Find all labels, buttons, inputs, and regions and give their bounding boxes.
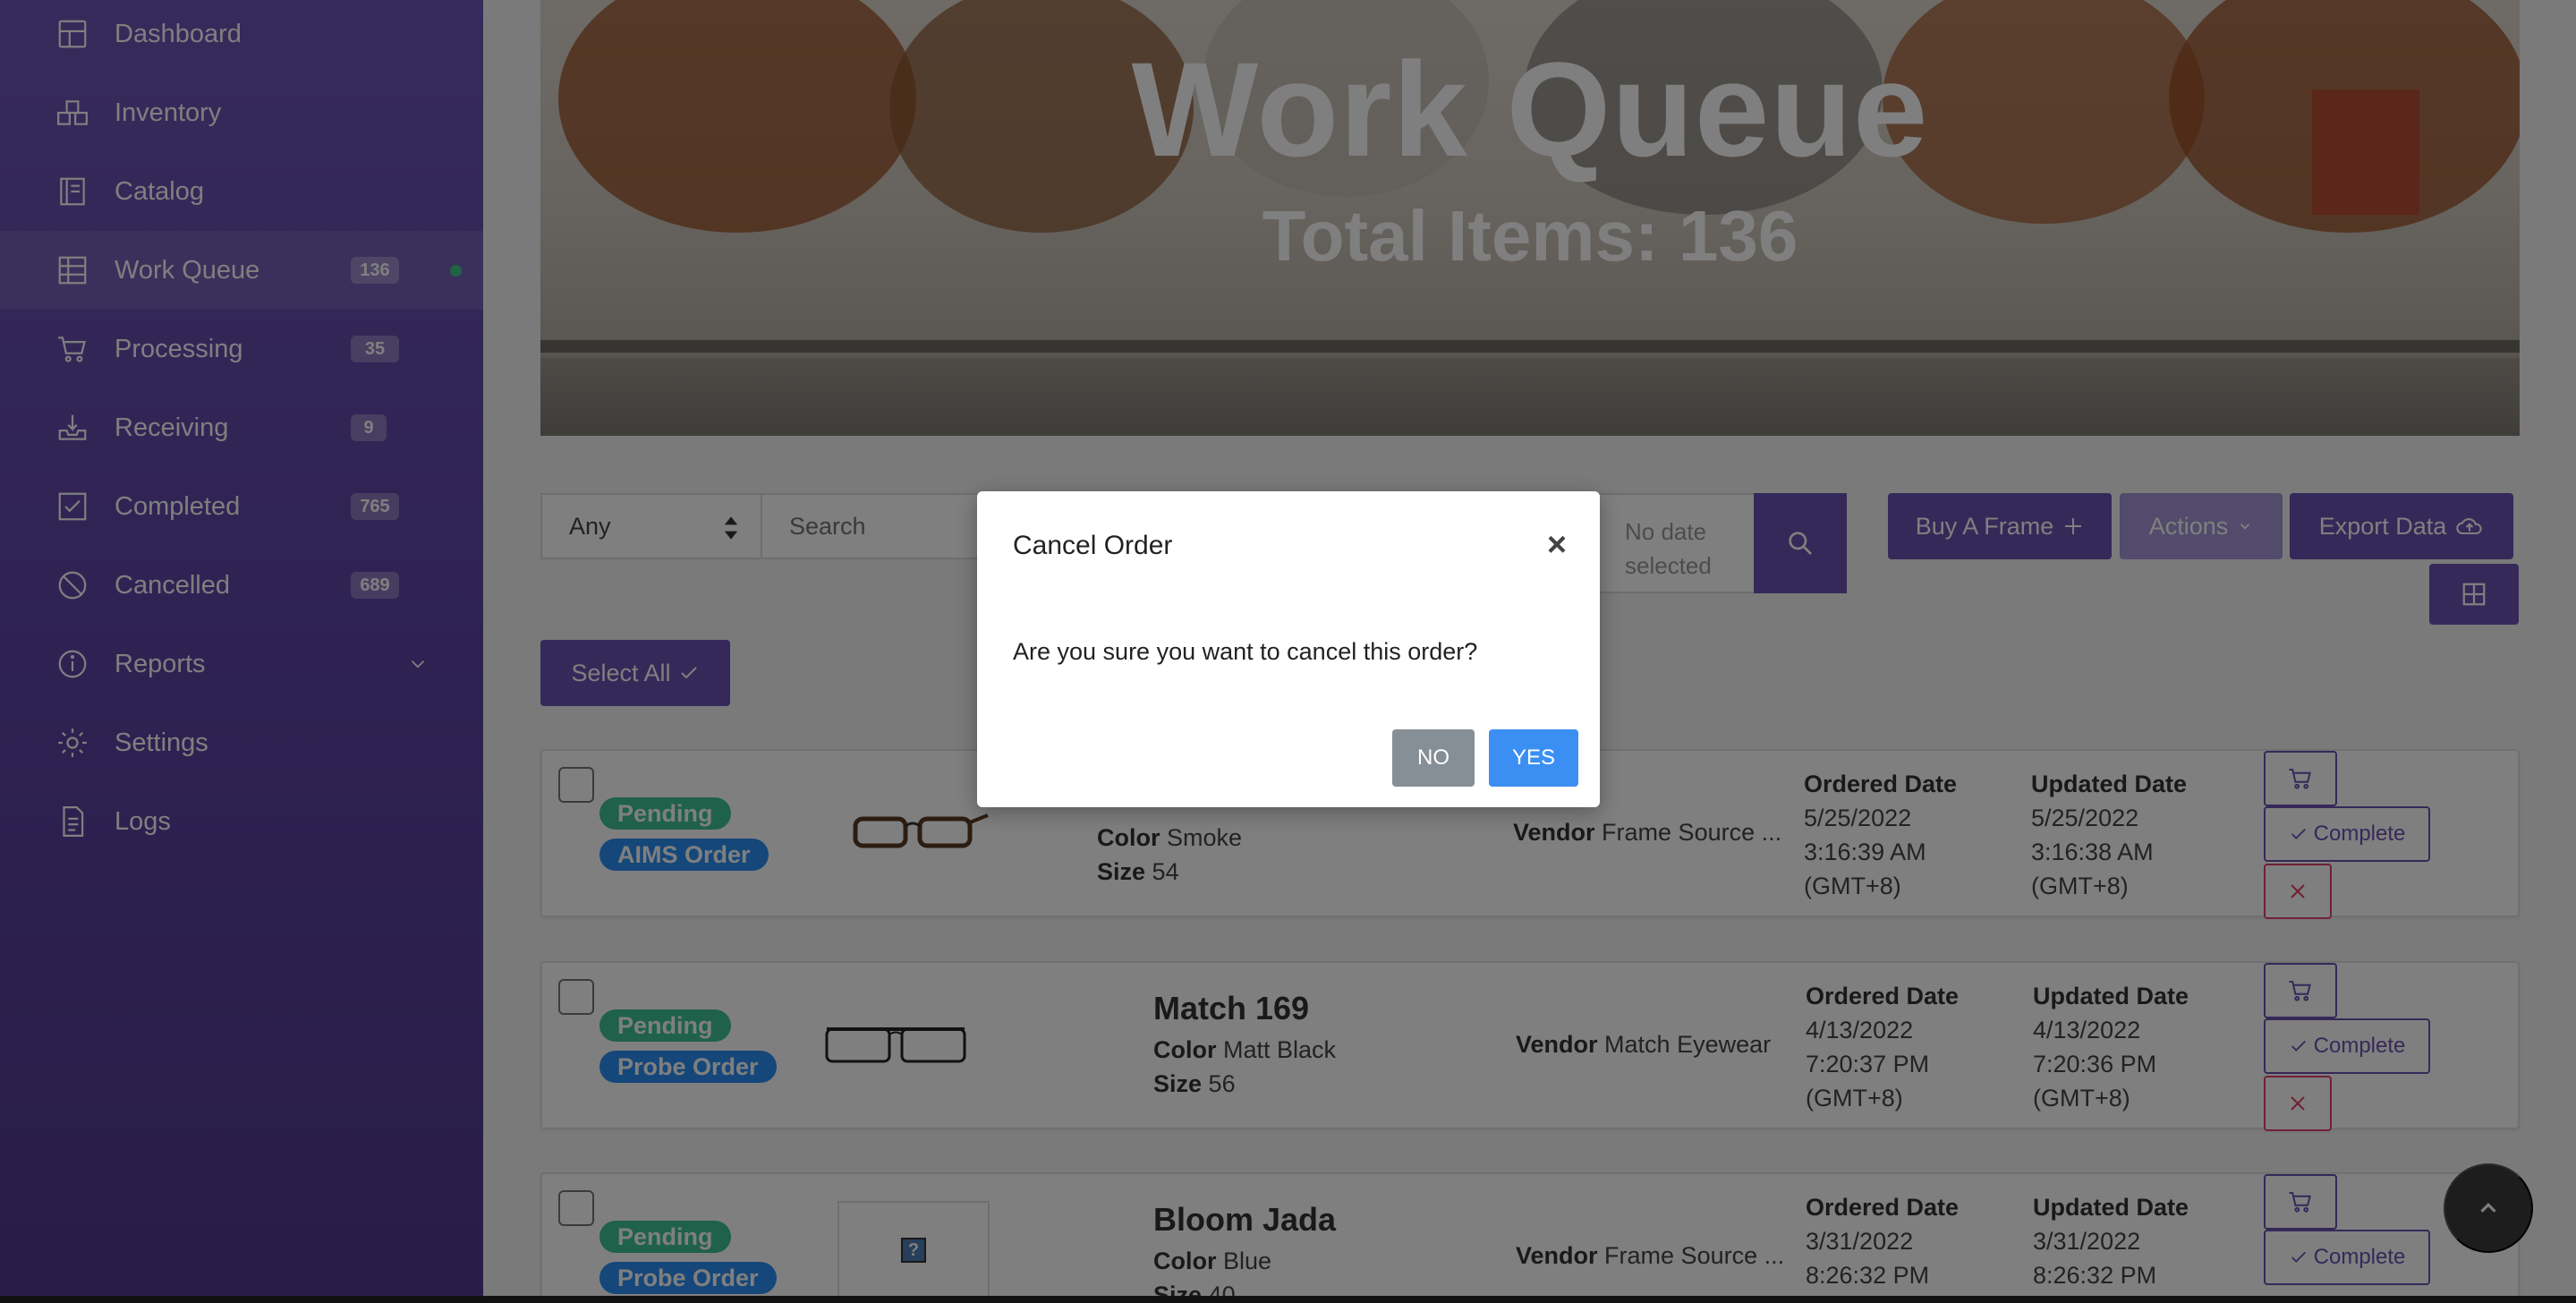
dialog-message: Are you sure you want to cancel this ord… <box>1013 638 1478 665</box>
yes-button[interactable]: YES <box>1489 729 1578 787</box>
dialog-title: Cancel Order <box>1013 531 1173 560</box>
no-button[interactable]: NO <box>1392 729 1475 787</box>
close-icon[interactable]: × <box>1539 526 1575 564</box>
cancel-order-dialog: Cancel Order × Are you sure you want to … <box>977 491 1600 807</box>
